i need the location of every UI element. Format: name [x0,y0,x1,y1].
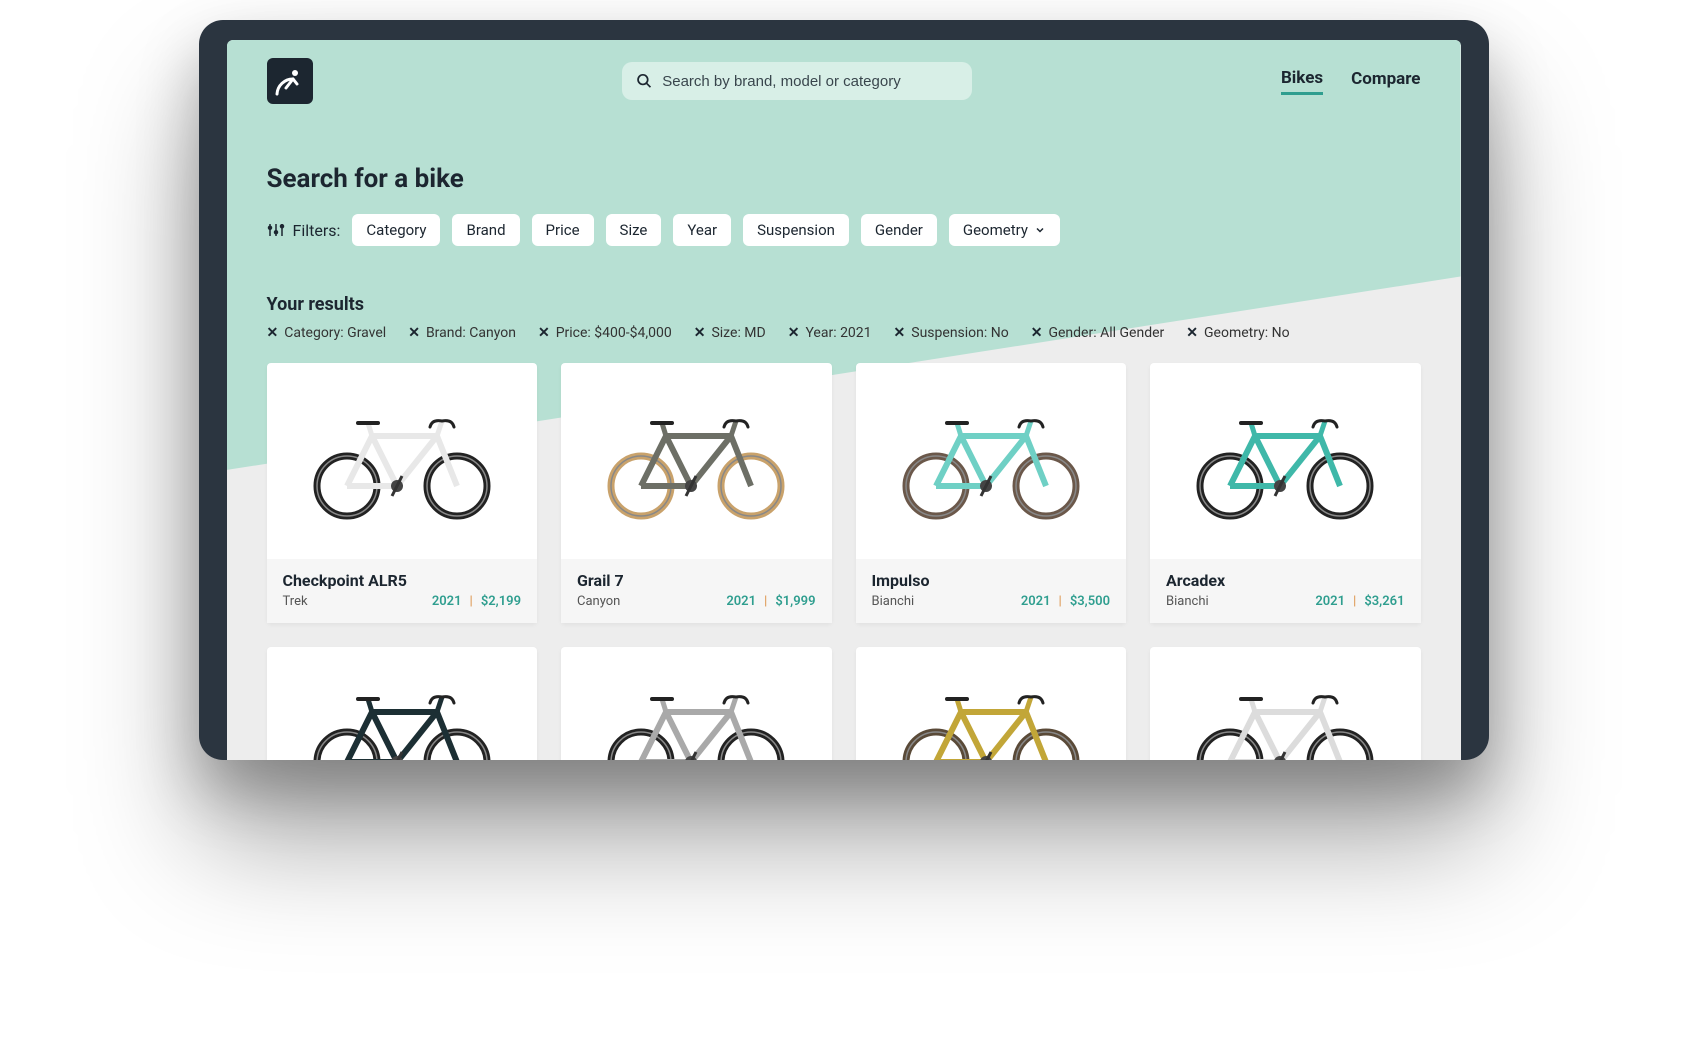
card-footer: Impulso Bianchi 2021 | $3,500 [856,559,1127,623]
result-card[interactable] [561,647,832,760]
filter-chip-category[interactable]: Category [352,214,440,246]
product-price: $2,199 [481,594,521,609]
product-image [267,647,538,760]
product-brand: Canyon [577,594,620,609]
product-price: $3,500 [1070,594,1110,609]
close-icon: ✕ [408,325,420,341]
bike-illustration [302,401,502,521]
product-image [856,363,1127,559]
product-name: Grail 7 [577,571,816,590]
app-logo[interactable] [267,58,313,104]
active-filter-year[interactable]: ✕Year: 2021 [788,325,872,341]
product-image [561,363,832,559]
result-card[interactable]: Grail 7 Canyon 2021 | $1,999 [561,363,832,623]
bike-illustration [891,401,1091,521]
close-icon: ✕ [538,325,550,341]
product-year: 2021 [726,594,756,609]
filter-chip-year[interactable]: Year [673,214,731,246]
product-image [1150,647,1421,760]
product-image [561,647,832,760]
filters-label-text: Filters: [293,221,341,240]
card-footer: Checkpoint ALR5 Trek 2021 | $2,199 [267,559,538,623]
meta-divider: | [1353,594,1356,609]
product-brand: Bianchi [1166,594,1209,609]
bike-illustration [1185,677,1385,760]
product-brand: Trek [283,594,308,609]
page-title: Search for a bike [267,164,1421,194]
bike-illustration [302,677,502,760]
close-icon: ✕ [267,325,279,341]
active-filter-geometry[interactable]: ✕Geometry: No [1186,325,1289,341]
filter-chip-suspension[interactable]: Suspension [743,214,849,246]
filter-chip-size[interactable]: Size [606,214,662,246]
close-icon: ✕ [1031,325,1043,341]
search-input[interactable] [662,73,957,90]
meta-divider: | [1059,594,1062,609]
product-name: Checkpoint ALR5 [283,571,522,590]
chevron-down-icon [1034,224,1046,236]
results-grid: Checkpoint ALR5 Trek 2021 | $2,199 Grail… [267,363,1421,760]
active-filter-suspension[interactable]: ✕Suspension: No [894,325,1009,341]
product-year: 2021 [1021,594,1051,609]
bike-illustration [596,401,796,521]
bike-illustration [1185,401,1385,521]
search-bar[interactable] [622,62,972,100]
result-card[interactable] [267,647,538,760]
card-footer: Grail 7 Canyon 2021 | $1,999 [561,559,832,623]
product-name: Arcadex [1166,571,1405,590]
app-screen: Bikes Compare Search for a bike Filte [227,40,1461,760]
product-brand: Bianchi [872,594,915,609]
active-filter-category[interactable]: ✕Category: Gravel [267,325,387,341]
active-filters: ✕Category: Gravel ✕Brand: Canyon ✕Price:… [267,325,1421,341]
close-icon: ✕ [894,325,906,341]
filter-chip-price[interactable]: Price [532,214,594,246]
filter-chip-geometry[interactable]: Geometry [949,214,1060,246]
nav-compare[interactable]: Compare [1351,69,1420,93]
result-card[interactable]: Arcadex Bianchi 2021 | $3,261 [1150,363,1421,623]
product-price: $1,999 [775,594,815,609]
bike-illustration [596,677,796,760]
product-image [856,647,1127,760]
nav-bikes[interactable]: Bikes [1281,68,1323,95]
filter-chip-gender[interactable]: Gender [861,214,937,246]
close-icon: ✕ [1186,325,1198,341]
product-image [267,363,538,559]
active-filter-gender[interactable]: ✕Gender: All Gender [1031,325,1165,341]
product-price: $3,261 [1364,594,1404,609]
active-filter-size[interactable]: ✕Size: MD [694,325,766,341]
meta-divider: | [764,594,767,609]
meta-divider: | [470,594,473,609]
search-icon [636,72,653,90]
filters-label: Filters: [267,221,341,240]
card-footer: Arcadex Bianchi 2021 | $3,261 [1150,559,1421,623]
result-card[interactable]: Checkpoint ALR5 Trek 2021 | $2,199 [267,363,538,623]
result-card[interactable] [1150,647,1421,760]
sliders-icon [267,221,285,239]
result-card[interactable]: Impulso Bianchi 2021 | $3,500 [856,363,1127,623]
header: Bikes Compare [267,58,1421,104]
tablet-frame: Bikes Compare Search for a bike Filte [199,20,1489,760]
main-nav: Bikes Compare [1281,68,1421,95]
result-card[interactable] [856,647,1127,760]
filter-row: Filters: Category Brand Price Size Year … [267,214,1421,246]
active-filter-price[interactable]: ✕Price: $400-$4,000 [538,325,672,341]
product-image [1150,363,1421,559]
product-year: 2021 [432,594,462,609]
filter-chip-brand[interactable]: Brand [452,214,519,246]
results-title: Your results [267,294,1421,315]
bike-logo-icon [275,66,305,96]
product-year: 2021 [1315,594,1345,609]
active-filter-brand[interactable]: ✕Brand: Canyon [408,325,516,341]
bike-illustration [891,677,1091,760]
product-name: Impulso [872,571,1111,590]
close-icon: ✕ [788,325,800,341]
close-icon: ✕ [694,325,706,341]
